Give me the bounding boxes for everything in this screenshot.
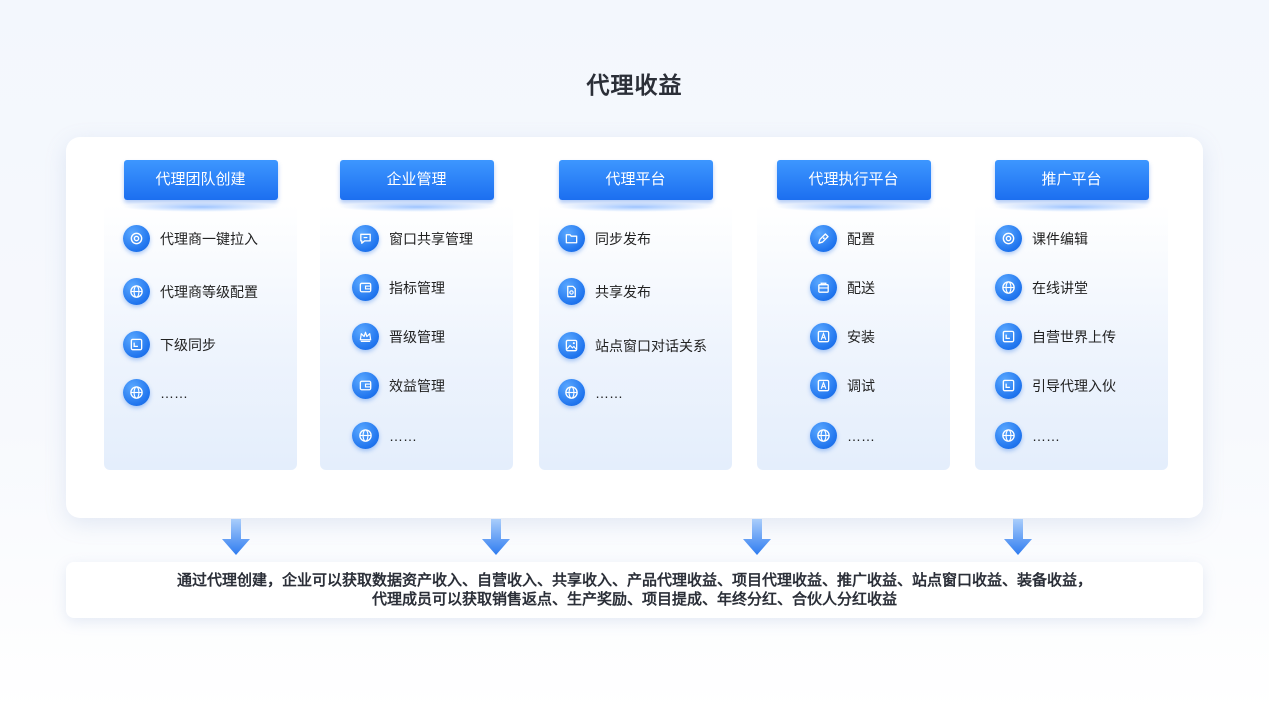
list-item-label: 配送: [847, 279, 875, 296]
list-item-label: 课件编辑: [1032, 230, 1088, 247]
list-item-label: 窗口共享管理: [389, 230, 473, 247]
column-agent-team: 代理团队创建: [104, 160, 297, 470]
list-item[interactable]: 下级同步: [123, 331, 216, 358]
arrow-down-icon: [482, 519, 510, 555]
globe-icon: [558, 379, 585, 406]
column-header[interactable]: 代理团队创建: [123, 160, 278, 200]
list-item[interactable]: 安装: [810, 323, 875, 350]
list-item[interactable]: 晋级管理: [352, 323, 445, 350]
list-item-label: 晋级管理: [389, 328, 445, 345]
list-item[interactable]: 课件编辑: [995, 225, 1088, 252]
list-item[interactable]: ……: [810, 422, 875, 449]
screen-icon: [995, 372, 1022, 399]
header-glow: [774, 202, 933, 212]
install-icon: [810, 372, 837, 399]
list-item[interactable]: ……: [352, 422, 417, 449]
chat-icon: [352, 225, 379, 252]
summary-box: 通过代理创建，企业可以获取数据资产收入、自营收入、共享收入、产品代理收益、项目代…: [66, 562, 1203, 618]
list-item[interactable]: 在线讲堂: [995, 274, 1088, 301]
list-item-label: 在线讲堂: [1032, 279, 1088, 296]
list-item[interactable]: 代理商一键拉入: [123, 225, 258, 252]
header-glow: [556, 202, 715, 212]
list-item[interactable]: ……: [558, 379, 623, 406]
list-item[interactable]: 配送: [810, 274, 875, 301]
list-item-label: 下级同步: [160, 336, 216, 353]
list-item[interactable]: ……: [123, 379, 188, 406]
list-item-label: 调试: [847, 377, 875, 394]
screen-icon: [123, 331, 150, 358]
list-item[interactable]: ……: [995, 422, 1060, 449]
summary-line-2: 代理成员可以获取销售返点、生产奖励、项目提成、年终分红、合伙人分红收益: [371, 591, 897, 608]
box-icon: [810, 274, 837, 301]
globe-icon: [352, 422, 379, 449]
header-glow: [992, 202, 1151, 212]
list-item[interactable]: 效益管理: [352, 372, 445, 399]
summary-line-1: 通过代理创建，企业可以获取数据资产收入、自营收入、共享收入、产品代理收益、项目代…: [176, 572, 1092, 589]
image-icon: [558, 332, 585, 359]
column-agent-platform: 代理平台: [539, 160, 732, 470]
list-item-label: 同步发布: [595, 230, 651, 247]
list-item-label: ……: [160, 384, 188, 401]
list-item[interactable]: 站点窗口对话关系: [558, 332, 707, 359]
list-item-label: 代理商一键拉入: [160, 230, 258, 247]
list-item-label: 自营世界上传: [1032, 328, 1116, 345]
list-item-label: 效益管理: [389, 377, 445, 394]
list-item[interactable]: 代理商等级配置: [123, 278, 258, 305]
wallet-icon: [352, 274, 379, 301]
wallet-icon: [352, 372, 379, 399]
list-item-label: 指标管理: [389, 279, 445, 296]
list-item[interactable]: 自营世界上传: [995, 323, 1116, 350]
arrow-down-icon: [222, 519, 250, 555]
column-header[interactable]: 代理执行平台: [776, 160, 931, 200]
list-item[interactable]: 共享发布: [558, 278, 651, 305]
globe-icon: [123, 278, 150, 305]
list-item[interactable]: 指标管理: [352, 274, 445, 301]
arrow-down-icon: [743, 519, 771, 555]
globe-icon: [995, 422, 1022, 449]
globe-icon: [123, 379, 150, 406]
document-icon: [558, 278, 585, 305]
list-item-label: ……: [389, 427, 417, 444]
list-item-label: 引导代理入伙: [1032, 377, 1116, 394]
pen-icon: [810, 225, 837, 252]
list-item-label: 代理商等级配置: [160, 283, 258, 300]
list-item[interactable]: 配置: [810, 225, 875, 252]
list-item-label: 共享发布: [595, 283, 651, 300]
list-item[interactable]: 引导代理入伙: [995, 372, 1116, 399]
list-item-label: 站点窗口对话关系: [595, 337, 707, 354]
header-glow: [121, 202, 280, 212]
list-item-label: 安装: [847, 328, 875, 345]
screen-icon: [995, 323, 1022, 350]
column-header[interactable]: 推广平台: [994, 160, 1149, 200]
list-item[interactable]: 调试: [810, 372, 875, 399]
list-item-label: ……: [847, 427, 875, 444]
globe-icon: [995, 274, 1022, 301]
globe-icon: [810, 422, 837, 449]
folder-icon: [558, 225, 585, 252]
crown-icon: [352, 323, 379, 350]
target-icon: [995, 225, 1022, 252]
header-glow: [337, 202, 496, 212]
target-icon: [123, 225, 150, 252]
list-item-label: ……: [1032, 427, 1060, 444]
column-header[interactable]: 企业管理: [339, 160, 494, 200]
list-item-label: 配置: [847, 230, 875, 247]
list-item-label: ……: [595, 384, 623, 401]
page-title: 代理收益: [586, 72, 683, 98]
install-icon: [810, 323, 837, 350]
list-item[interactable]: 同步发布: [558, 225, 651, 252]
column-header[interactable]: 代理平台: [558, 160, 713, 200]
list-item[interactable]: 窗口共享管理: [352, 225, 473, 252]
arrow-down-icon: [1004, 519, 1032, 555]
